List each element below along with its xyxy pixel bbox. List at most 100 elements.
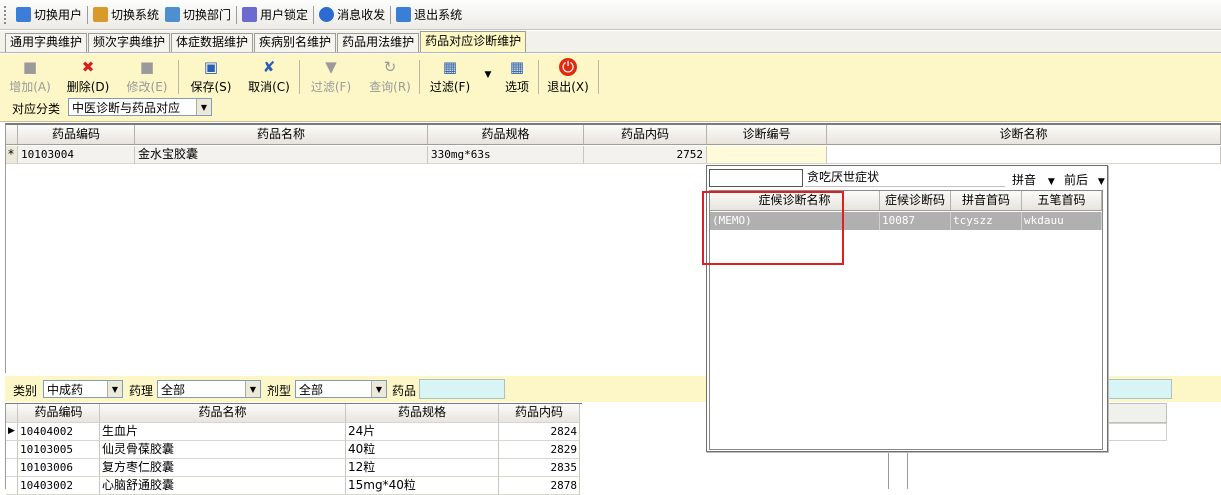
messages-button[interactable]: 消息收发: [316, 3, 388, 27]
delete-button[interactable]: ✖ 删除(D): [65, 58, 111, 98]
cell-drug-name[interactable]: 复方枣仁胶囊: [100, 459, 346, 477]
right-search-input[interactable]: [1102, 379, 1172, 399]
info-icon: [319, 7, 335, 22]
switch-system-button[interactable]: 切换系统: [90, 3, 162, 27]
drug-search-input[interactable]: [419, 379, 505, 399]
table-row[interactable]: 10403002 心脑舒通胶囊 15mg*40粒 2878: [6, 477, 580, 495]
delete-label: 删除(D): [66, 80, 110, 94]
user-lock-button[interactable]: 用户锁定: [239, 3, 311, 27]
cell-drug-spec[interactable]: 330mg*63s: [428, 146, 584, 164]
toolbar-grip[interactable]: [4, 5, 10, 24]
col-drug-name[interactable]: 药品名称: [135, 125, 428, 144]
chevron-down-icon[interactable]: ▼: [245, 381, 260, 397]
col-syndrome-code[interactable]: 症候诊断码: [880, 191, 951, 210]
user-lock-icon: [242, 7, 258, 22]
tab-symptom-data[interactable]: 体症数据维护: [171, 33, 254, 52]
col-drug-internal-code[interactable]: 药品内码: [499, 404, 580, 423]
tab-general-dictionary[interactable]: 通用字典维护: [5, 33, 88, 52]
cell-drug-internal-code[interactable]: 2824: [499, 423, 580, 441]
cell-drug-code[interactable]: 10103006: [18, 459, 100, 477]
col-drug-spec[interactable]: 药品规格: [346, 404, 499, 423]
tab-disease-alias[interactable]: 疾病别名维护: [254, 33, 337, 52]
menu-separator: [87, 5, 89, 24]
col-wubi-code[interactable]: 五笔首码: [1022, 191, 1102, 210]
col-syndrome-name[interactable]: 症候诊断名称: [710, 191, 880, 210]
filter-label: 过滤(F): [429, 80, 471, 94]
col-drug-spec[interactable]: 药品规格: [428, 125, 584, 144]
col-diagnosis-number[interactable]: 诊断编号: [707, 125, 827, 144]
query-button[interactable]: ↻ 查询(R): [366, 58, 414, 98]
filter-dropdown-arrow[interactable]: ▼: [481, 66, 495, 106]
cell-drug-name[interactable]: 心脑舒通胶囊: [100, 477, 346, 495]
popup-search-input[interactable]: [709, 169, 803, 187]
cell-syndrome-name[interactable]: (MEMO): [710, 212, 880, 230]
filter-disabled-button[interactable]: ▼ 过滤(F): [307, 58, 355, 98]
table-row[interactable]: ▶ 10404002 生血片 24片 2824: [6, 423, 580, 441]
cell-drug-internal-code[interactable]: 2752: [584, 146, 707, 164]
col-pinyin-code[interactable]: 拼音首码: [951, 191, 1022, 210]
type-select[interactable]: 中成药 ▼: [43, 380, 123, 398]
cell-drug-code[interactable]: 10103005: [18, 441, 100, 459]
col-drug-code[interactable]: 药品编码: [18, 404, 100, 423]
cell-drug-spec[interactable]: 15mg*40粒: [346, 477, 499, 495]
toolbar-separator: [419, 60, 420, 94]
tab-strip: 通用字典维护 频次字典维护 体症数据维护 疾病别名维护 药品用法维护 药品对应诊…: [0, 31, 1221, 53]
exit-system-button[interactable]: 退出系统: [393, 3, 465, 27]
save-button[interactable]: ▣ 保存(S): [187, 58, 235, 98]
cell-drug-code[interactable]: 10103004: [18, 146, 135, 164]
save-label: 保存(S): [190, 80, 232, 94]
refresh-icon: ↻: [383, 58, 397, 76]
cancel-button[interactable]: ✘ 取消(C): [245, 58, 293, 98]
dosage-form-select[interactable]: 全部 ▼: [295, 380, 387, 398]
cell-syndrome-code[interactable]: 10087: [880, 212, 951, 230]
switch-department-button[interactable]: 切换部门: [162, 3, 234, 27]
chevron-down-icon: ▼: [1097, 177, 1105, 187]
tab-frequency-dictionary[interactable]: 频次字典维护: [88, 33, 171, 52]
table-row[interactable]: (MEMO) 10087 tcyszz wkdauu: [710, 212, 1102, 230]
cell-drug-code[interactable]: 10404002: [18, 423, 100, 441]
drug-label: 药品: [392, 384, 417, 398]
tab-drug-diagnosis[interactable]: 药品对应诊断维护: [420, 31, 527, 52]
table-row[interactable]: 10103005 仙灵骨葆胶囊 40粒 2829: [6, 441, 580, 459]
col-diagnosis-name[interactable]: 诊断名称: [827, 125, 1221, 144]
exit-button[interactable]: ⏻ 退出(X): [544, 58, 592, 98]
query-label: 查询(R): [369, 80, 411, 94]
cell-drug-internal-code[interactable]: 2878: [499, 477, 580, 495]
department-icon: [165, 7, 181, 22]
menu-bar: 切换用户 切换系统 切换部门 用户锁定 消息收发 退出系统: [0, 0, 1221, 30]
col-drug-internal-code[interactable]: 药品内码: [584, 125, 707, 144]
table-row[interactable]: 10103006 复方枣仁胶囊 12粒 2835: [6, 459, 580, 477]
pharmacology-label: 药理: [129, 384, 154, 398]
cell-drug-name[interactable]: 金水宝胶囊: [135, 146, 428, 164]
cell-drug-internal-code[interactable]: 2829: [499, 441, 580, 459]
tab-drug-usage[interactable]: 药品用法维护: [337, 33, 420, 52]
cell-drug-spec[interactable]: 40粒: [346, 441, 499, 459]
category-select[interactable]: 中医诊断与药品对应 ▼: [68, 98, 212, 116]
cell-drug-spec[interactable]: 12粒: [346, 459, 499, 477]
cell-wubi-code[interactable]: wkdauu: [1022, 212, 1102, 230]
cell-drug-name[interactable]: 生血片: [100, 423, 346, 441]
pinyin-mode-select[interactable]: 拼音 ▼: [1012, 171, 1055, 188]
cell-diagnosis-name[interactable]: [827, 146, 1221, 164]
cell-drug-internal-code[interactable]: 2835: [499, 459, 580, 477]
col-drug-code[interactable]: 药品编码: [18, 125, 135, 144]
table-row[interactable]: * 10103004 金水宝胶囊 330mg*63s 2752: [6, 146, 1221, 164]
cell-diagnosis-number[interactable]: [707, 146, 827, 164]
cell-pinyin-code[interactable]: tcyszz: [951, 212, 1022, 230]
chevron-down-icon[interactable]: ▼: [371, 381, 386, 397]
system-switch-icon: [93, 7, 109, 22]
cell-drug-name[interactable]: 仙灵骨葆胶囊: [100, 441, 346, 459]
add-button[interactable]: ■ 增加(A): [8, 58, 52, 98]
toolbar-separator: [538, 60, 539, 94]
match-position-select[interactable]: 前后 ▼: [1064, 171, 1105, 188]
chevron-down-icon[interactable]: ▼: [107, 381, 122, 397]
options-button[interactable]: ▦ 选项: [502, 58, 532, 98]
col-drug-name[interactable]: 药品名称: [100, 404, 346, 423]
chevron-down-icon[interactable]: ▼: [196, 99, 211, 115]
switch-user-button[interactable]: 切换用户: [13, 3, 85, 27]
edit-button[interactable]: ■ 修改(E): [124, 58, 170, 98]
cell-drug-spec[interactable]: 24片: [346, 423, 499, 441]
filter-button[interactable]: ▦ 过滤(F): [426, 58, 474, 98]
pharmacology-select[interactable]: 全部 ▼: [157, 380, 261, 398]
cell-drug-code[interactable]: 10403002: [18, 477, 100, 495]
